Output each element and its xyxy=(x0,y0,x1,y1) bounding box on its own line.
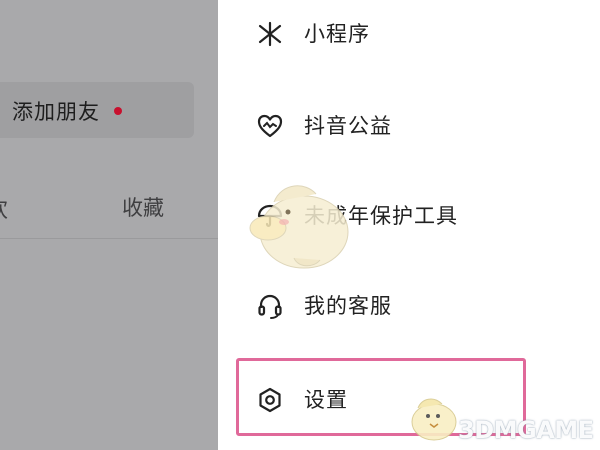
mascot-small-icon xyxy=(411,398,457,441)
menu-item-charity[interactable]: 抖音公益 xyxy=(218,96,600,152)
mascot-watermark-icon xyxy=(249,185,349,269)
watermark-text: 3DMGAME xyxy=(458,416,594,444)
menu-item-customer-service[interactable]: 我的客服 xyxy=(218,276,600,332)
notification-dot xyxy=(114,107,122,115)
tab-likes[interactable]: 欢 xyxy=(0,192,8,224)
menu-item-mini-program[interactable]: 小程序 xyxy=(218,4,600,60)
menu-item-label: 抖音公益 xyxy=(304,114,392,138)
tab-favorites[interactable]: 收藏 xyxy=(122,192,164,222)
mini-program-icon xyxy=(258,21,282,47)
tab-divider xyxy=(0,238,218,239)
menu-item-label: 我的客服 xyxy=(304,294,392,318)
charity-heart-icon xyxy=(257,114,283,138)
profile-page-dimmed[interactable]: 添加朋友 欢 收藏 xyxy=(0,0,218,450)
headset-icon xyxy=(258,294,282,319)
menu-item-label: 小程序 xyxy=(304,22,370,46)
add-friend-label: 添加朋友 xyxy=(12,100,100,124)
add-friend-button[interactable]: 添加朋友 xyxy=(0,82,194,138)
